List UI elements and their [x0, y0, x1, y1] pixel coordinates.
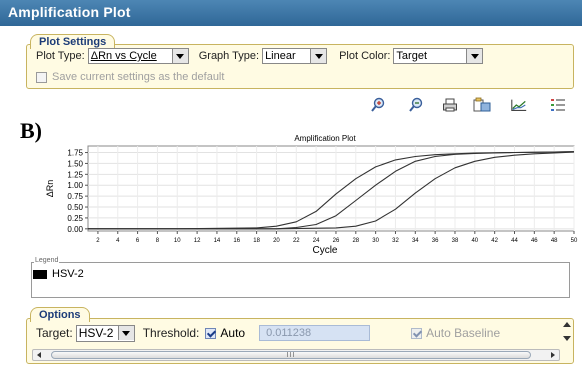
legend-panel: [31, 262, 570, 298]
chevron-down-icon[interactable]: [310, 49, 327, 63]
y-tick-label: 1.50: [67, 159, 83, 168]
auto-baseline-label: Auto Baseline: [426, 326, 501, 340]
x-tick-label: 48: [551, 238, 558, 244]
threshold-value: 0.011238: [266, 327, 312, 339]
target-label: Target:: [36, 326, 73, 340]
y-tick-label: 0.75: [67, 192, 83, 201]
x-tick-label: 34: [412, 238, 419, 244]
graph-type-value: Linear: [265, 50, 296, 62]
scrollbar-grip: III: [286, 351, 296, 359]
window-titlebar: Amplification Plot: [0, 0, 582, 26]
scroll-down-icon[interactable]: [563, 336, 571, 341]
plot-type-label: Plot Type:: [36, 50, 85, 62]
plot-type-select[interactable]: ΔRn vs Cycle: [87, 48, 189, 64]
plot-settings-row: Plot Type: ΔRn vs Cycle Graph Type: Line…: [36, 47, 484, 65]
x-tick-label: 50: [571, 238, 578, 244]
legend-title: Legend: [34, 257, 60, 264]
y-axis-label: ΔRn: [45, 180, 55, 198]
x-tick-label: 18: [253, 238, 260, 244]
x-tick-label: 28: [352, 238, 359, 244]
plot-color-label: Plot Color:: [339, 50, 391, 62]
x-tick-label: 40: [471, 238, 478, 244]
graph-type-label: Graph Type:: [198, 50, 260, 62]
legend-swatch: [33, 270, 47, 279]
x-tick-label: 2: [96, 238, 100, 244]
chart-title: Amplification Plot: [294, 134, 356, 143]
plot-type-value: ΔRn vs Cycle: [90, 50, 157, 62]
y-tick-label: 0.00: [67, 225, 83, 234]
y-tick-label: 0.50: [67, 203, 83, 212]
zoom-in-icon[interactable]: [369, 97, 387, 113]
y-tick-label: 1.25: [67, 170, 83, 179]
plot-color-select[interactable]: Target: [393, 48, 484, 64]
chevron-down-icon[interactable]: [117, 326, 134, 340]
plot-color-value: Target: [396, 50, 427, 62]
legend-list-icon[interactable]: [549, 97, 567, 113]
x-tick-label: 8: [156, 238, 160, 244]
y-tick-label: 1.75: [67, 149, 83, 158]
x-tick-label: 26: [333, 238, 340, 244]
zoom-out-icon[interactable]: [407, 97, 425, 113]
print-icon[interactable]: [441, 97, 459, 113]
x-tick-label: 6: [136, 238, 140, 244]
scroll-left-icon[interactable]: [37, 352, 41, 358]
save-default-row: Save current settings as the default: [36, 71, 224, 83]
threshold-input[interactable]: 0.011238: [259, 325, 371, 341]
graph-type-select[interactable]: Linear: [262, 48, 328, 64]
chevron-down-icon[interactable]: [466, 49, 483, 63]
x-tick-label: 36: [432, 238, 439, 244]
scroll-up-icon[interactable]: [563, 322, 571, 327]
window-title: Amplification Plot: [8, 4, 131, 20]
x-tick-label: 42: [491, 238, 498, 244]
auto-baseline-checkbox[interactable]: [411, 327, 423, 339]
x-tick-label: 10: [174, 238, 181, 244]
auto-label: Auto: [220, 326, 246, 340]
x-tick-label: 30: [372, 238, 379, 244]
x-tick-label: 14: [214, 238, 221, 244]
amplification-chart[interactable]: 0.000.250.500.751.001.251.501.752 4 6 8 10 12…: [0, 128, 582, 258]
options-row: Target: HSV-2 Threshold: Auto 0.011238 A…: [36, 324, 500, 342]
x-tick-label: 24: [313, 238, 320, 244]
save-default-label: Save current settings as the default: [52, 71, 225, 83]
save-default-checkbox[interactable]: [36, 71, 47, 83]
threshold-label: Threshold:: [142, 326, 200, 340]
x-tick-label: 32: [392, 238, 399, 244]
target-value: HSV-2: [78, 326, 114, 340]
scroll-right-icon[interactable]: [551, 352, 555, 358]
x-tick-label: 22: [293, 238, 300, 244]
x-tick-label: 20: [273, 238, 280, 244]
scrollbar-thumb[interactable]: III: [51, 351, 531, 359]
options-title: Options: [39, 309, 81, 321]
legend-entry: HSV-2: [52, 268, 84, 280]
x-tick-label: 16: [233, 238, 240, 244]
x-tick-label: 12: [194, 238, 201, 244]
chevron-down-icon[interactable]: [171, 49, 188, 63]
target-select[interactable]: HSV-2: [75, 324, 135, 342]
x-tick-label: 44: [511, 238, 518, 244]
auto-threshold-checkbox[interactable]: [205, 327, 217, 339]
x-tick-label: 46: [531, 238, 538, 244]
graph-icon[interactable]: [510, 97, 528, 113]
x-tick-label: 4: [116, 238, 120, 244]
y-tick-label: 0.25: [67, 214, 83, 223]
options-tab: Options: [30, 307, 90, 322]
export-icon[interactable]: [473, 97, 491, 113]
horizontal-scrollbar[interactable]: III: [32, 349, 560, 361]
x-tick-label: 38: [452, 238, 459, 244]
y-tick-label: 1.00: [67, 181, 83, 190]
x-axis-label: Cycle: [312, 245, 337, 256]
